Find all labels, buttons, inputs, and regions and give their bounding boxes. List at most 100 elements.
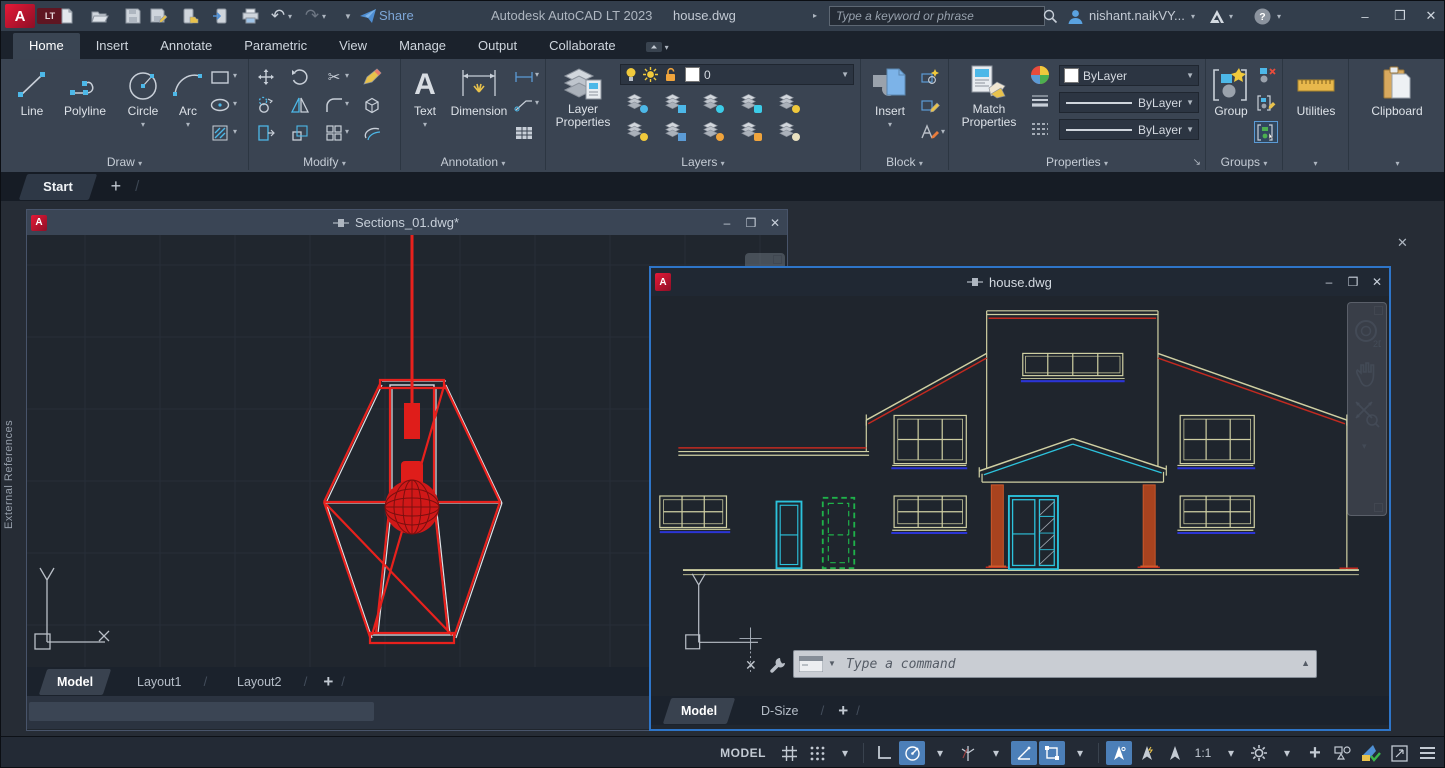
tab-collaborate[interactable]: Collaborate: [533, 33, 632, 59]
snap-mode-icon[interactable]: [804, 741, 830, 765]
autodesk-logo-icon[interactable]: [1206, 5, 1228, 27]
dim-linear-icon[interactable]: [513, 67, 535, 87]
fillet-dropdown-icon[interactable]: ▾: [345, 99, 349, 108]
layer-merge-icon[interactable]: [776, 119, 798, 139]
redo-dropdown-icon[interactable]: ▾: [319, 5, 329, 27]
erase-icon[interactable]: [361, 67, 383, 87]
save-to-web-icon[interactable]: [209, 5, 231, 27]
edit-attributes-icon[interactable]: [919, 123, 941, 143]
command-tools-icon[interactable]: [769, 656, 787, 674]
circle-button[interactable]: Circle▾: [119, 65, 167, 131]
tab-view[interactable]: View: [323, 33, 383, 59]
house-maximize-button[interactable]: ❒: [1341, 275, 1365, 289]
tab-output[interactable]: Output: [462, 33, 533, 59]
group-edit-icon[interactable]: [1256, 93, 1278, 113]
array-icon[interactable]: [323, 123, 345, 143]
panel-label-annotation[interactable]: Annotation ▾: [401, 155, 545, 169]
array-dropdown-icon[interactable]: ▾: [345, 127, 349, 136]
search-input[interactable]: [829, 6, 1045, 26]
edit-attributes-dropdown-icon[interactable]: ▾: [941, 127, 945, 136]
layer-combo-dropdown-icon[interactable]: ▼: [837, 70, 853, 79]
house-viewport[interactable]: 2D ▾ ✕ ▼ ▲: [651, 296, 1389, 696]
search-icon[interactable]: [1039, 5, 1061, 27]
house-minimize-button[interactable]: –: [1317, 275, 1341, 289]
line-button[interactable]: Line: [9, 65, 55, 118]
move-icon[interactable]: [255, 67, 277, 87]
sections-minimize-button[interactable]: –: [715, 216, 739, 230]
snap-dropdown-icon[interactable]: ▾: [832, 741, 858, 765]
layer-unisolate-icon[interactable]: [624, 119, 646, 139]
leader-icon[interactable]: [513, 95, 535, 115]
hatch-dropdown-icon[interactable]: ▾: [233, 127, 237, 136]
layer-off-icon[interactable]: [700, 91, 722, 111]
panel-label-clipboard[interactable]: ▾: [1349, 155, 1445, 169]
panel-label-utilities[interactable]: ▾: [1283, 155, 1348, 169]
layer-match-icon[interactable]: [662, 119, 684, 139]
match-properties-button[interactable]: Match Properties: [953, 63, 1025, 129]
workspace-gear-icon[interactable]: [1246, 741, 1272, 765]
lineweight-combo[interactable]: ByLayer▼: [1059, 92, 1199, 113]
dimension-button[interactable]: Dimension: [447, 65, 511, 118]
polyline-button[interactable]: Polyline: [57, 65, 113, 118]
tab-parametric[interactable]: Parametric: [228, 33, 323, 59]
explode-icon[interactable]: [361, 95, 383, 115]
trim-icon[interactable]: ✂: [323, 67, 345, 87]
layer-make-current-icon[interactable]: [776, 91, 798, 111]
object-snap-icon[interactable]: [1039, 741, 1065, 765]
isodraft-icon[interactable]: [955, 741, 981, 765]
sections-add-layout-button[interactable]: +: [323, 672, 333, 692]
offset-icon[interactable]: [361, 123, 383, 143]
graphics-performance-icon[interactable]: [1358, 741, 1384, 765]
save-icon[interactable]: [122, 5, 144, 27]
customization-menu-icon[interactable]: [1414, 741, 1440, 765]
house-close-button[interactable]: ✕: [1365, 275, 1389, 289]
workspace-dropdown-icon[interactable]: ▾: [1274, 741, 1300, 765]
sections-tab-layout1[interactable]: Layout1: [119, 669, 200, 695]
help-dropdown-icon[interactable]: ▾: [1277, 12, 1281, 21]
edit-block-icon[interactable]: [919, 95, 941, 115]
user-avatar[interactable]: [1064, 5, 1086, 27]
app-minimize-button[interactable]: –: [1353, 5, 1377, 27]
app-maximize-button[interactable]: ❒: [1388, 5, 1412, 27]
color-combo[interactable]: ByLayer ▼: [1059, 65, 1199, 86]
house-tab-dsize[interactable]: D-Size: [743, 698, 817, 724]
stretch-icon[interactable]: [255, 123, 277, 143]
clipboard-button[interactable]: Clipboard: [1365, 65, 1429, 118]
tab-insert[interactable]: Insert: [80, 33, 145, 59]
tab-home[interactable]: Home: [13, 33, 80, 59]
user-dropdown-icon[interactable]: ▾: [1191, 12, 1195, 21]
linetype-combo[interactable]: ByLayer▼: [1059, 119, 1199, 140]
command-expand-icon[interactable]: ▲: [1301, 658, 1310, 668]
panel-label-modify[interactable]: Modify ▾: [249, 155, 400, 169]
sections-title-bar[interactable]: A Sections_01.dwg* – ❒ ✕: [27, 210, 787, 235]
palette-close-icon[interactable]: ✕: [1397, 235, 1408, 251]
clean-screen-icon[interactable]: [1386, 741, 1412, 765]
utilities-button[interactable]: Utilities: [1287, 65, 1345, 118]
rectangle-tool-icon[interactable]: [209, 67, 231, 87]
polar-dropdown-icon[interactable]: ▾: [927, 741, 953, 765]
open-from-web-icon[interactable]: [179, 5, 201, 27]
ellipse-tool-icon[interactable]: [209, 95, 231, 115]
plot-icon[interactable]: [239, 5, 261, 27]
model-space-button[interactable]: MODEL: [712, 741, 774, 765]
sections-close-button[interactable]: ✕: [763, 216, 787, 230]
undo-dropdown-icon[interactable]: ▾: [285, 5, 295, 27]
pan-hand-icon[interactable]: [1354, 361, 1380, 389]
layer-isolate-icon[interactable]: [624, 91, 646, 111]
layer-unlock-icon[interactable]: [664, 67, 677, 82]
layer-properties-button[interactable]: Layer Properties: [550, 63, 616, 129]
sections-tab-model[interactable]: Model: [39, 669, 112, 695]
command-dropdown-icon[interactable]: ▼: [828, 659, 836, 668]
isodraft-dropdown-icon[interactable]: ▾: [983, 741, 1009, 765]
fillet-icon[interactable]: [323, 95, 345, 115]
sections-maximize-button[interactable]: ❒: [739, 216, 763, 230]
table-icon[interactable]: [513, 123, 535, 143]
tab-manage[interactable]: Manage: [383, 33, 462, 59]
panel-label-layers[interactable]: Layers ▾: [546, 155, 860, 169]
rectangle-dropdown-icon[interactable]: ▾: [233, 71, 237, 80]
insert-button[interactable]: Insert▾: [865, 65, 915, 131]
hatch-tool-icon[interactable]: [209, 123, 231, 143]
file-tab-start[interactable]: Start: [19, 174, 97, 200]
scale-dropdown-icon[interactable]: ▾: [1218, 741, 1244, 765]
rotate-icon[interactable]: [289, 67, 311, 87]
